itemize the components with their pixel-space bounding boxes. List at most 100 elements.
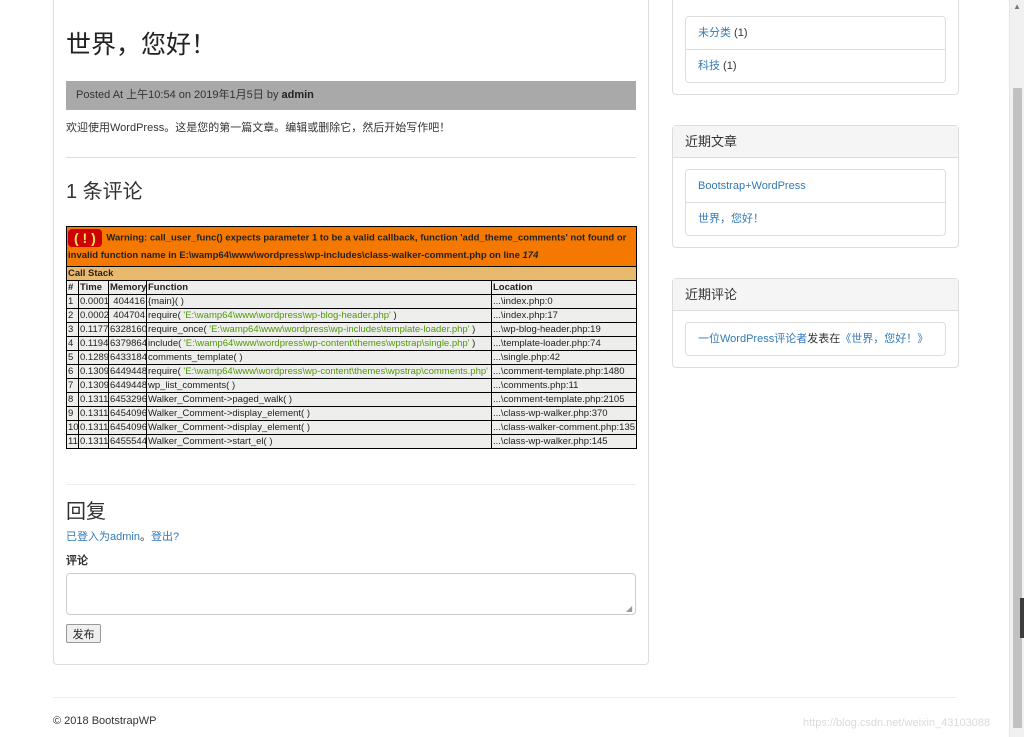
col-header: Time [78, 280, 109, 295]
row-memory: 6328160 [108, 322, 147, 337]
watermark: https://blog.csdn.net/weixin_43103088 [803, 717, 991, 729]
page-scrollbar[interactable]: ▲ [1009, 0, 1024, 737]
xdebug-warning: ( ! ) Warning: call_user_func() expects … [65, 226, 638, 267]
footer-copyright: © 2018 BootstrapWP [53, 715, 157, 727]
row-time: 0.0002 [78, 308, 109, 323]
row-number: 7 [66, 378, 79, 393]
comment-author-link[interactable]: 一位WordPress评论者 [698, 333, 807, 345]
row-function: Walker_Comment->start_el( ) [146, 434, 492, 449]
row-memory: 404416 [108, 294, 147, 309]
row-function: require_once( 'E:\wamp64\www\wordpress\w… [146, 322, 492, 337]
row-number: 11 [66, 434, 79, 449]
row-memory: 6454096 [108, 420, 147, 435]
list-item[interactable]: 未分类 (1) [686, 17, 945, 50]
row-memory: 6433184 [108, 350, 147, 365]
function-argument: 'E:\wamp64\www\wordpress\wp-content\them… [183, 366, 488, 377]
warning-line: 174 [522, 250, 539, 261]
col-header: Function [146, 280, 492, 295]
recent-posts-widget: 近期文章 Bootstrap+WordPress 世界，您好！ [672, 125, 959, 248]
row-function: {main}( ) [146, 294, 492, 309]
table-row: 7 0.1309 6449448 wp_list_comments( ) ...\com… [66, 378, 638, 393]
list-item[interactable]: 世界，您好！ [686, 203, 945, 235]
row-time: 0.1289 [78, 350, 109, 365]
function-name: Walker_Comment->start_el( ) [148, 436, 273, 447]
category-link[interactable]: 科技 [698, 60, 720, 72]
widget-title: 近期评论 [673, 279, 958, 311]
function-close: ) [469, 338, 476, 349]
recent-comments-list: 一位WordPress评论者发表在《世界，您好！》 [685, 322, 946, 356]
meta-by: by [263, 89, 282, 101]
col-header: Memory [108, 280, 147, 295]
meta-date: 2019年1月5日 [194, 89, 264, 101]
function-argument: 'E:\wamp64\www\wordpress\wp-blog-header.… [183, 310, 391, 321]
row-time: 0.1194 [78, 336, 109, 351]
resize-grip-icon[interactable]: ◢ [626, 605, 634, 613]
post-panel: 世界，您好！ Posted At 上午10:54 on 2019年1月5日 by… [53, 0, 649, 665]
table-row: 6 0.1309 6449448 require( 'E:\wamp64\www\wo… [66, 364, 638, 379]
row-time: 0.1311 [78, 392, 109, 407]
logout-link[interactable]: 登出? [151, 531, 179, 543]
row-function: require( 'E:\wamp64\www\wordpress\wp-blo… [146, 308, 492, 323]
logged-in-as-link[interactable]: 已登入为admin [66, 531, 140, 543]
row-time: 0.1309 [78, 378, 109, 393]
table-row: 1 0.0001 404416 {main}( ) ...\index.php:0 [66, 294, 638, 309]
comment-label: 评论 [66, 555, 88, 567]
table-row: 8 0.1311 6453296 Walker_Comment->paged_walk… [66, 392, 638, 407]
widget-title: 近期文章 [673, 126, 958, 158]
category-link[interactable]: 未分类 [698, 27, 731, 39]
comment-textarea[interactable]: ◢ [66, 573, 636, 615]
warning-text: Warning: call_user_func() expects parame… [68, 232, 627, 261]
function-name: Walker_Comment->paged_walk( ) [148, 394, 293, 405]
row-memory: 6455544 [108, 434, 147, 449]
row-memory: 6379864 [108, 336, 147, 351]
row-memory: 404704 [108, 308, 147, 323]
row-memory: 6449448 [108, 364, 147, 379]
function-name: {main}( ) [148, 296, 184, 307]
list-item[interactable]: 科技 (1) [686, 50, 945, 82]
footer-divider [53, 697, 957, 698]
row-location: ...\wp-blog-header.php:19 [490, 322, 638, 337]
function-close: ) [469, 324, 476, 335]
logged-in-line: 已登入为admin。登出? [66, 528, 179, 544]
function-name: include( [148, 338, 184, 349]
list-item[interactable]: Bootstrap+WordPress [686, 170, 945, 203]
function-argument: 'E:\wamp64\www\wordpress\wp-content\them… [183, 338, 470, 349]
function-name: Walker_Comment->display_element( ) [148, 408, 310, 419]
row-time: 0.1311 [78, 420, 109, 435]
row-memory: 6449448 [108, 378, 147, 393]
row-location: ...\template-loader.php:74 [490, 336, 638, 351]
categories-widget: 未分类 (1) 科技 (1) [672, 0, 959, 95]
recent-post-link[interactable]: Bootstrap+WordPress [698, 180, 806, 192]
function-name: Walker_Comment->display_element( ) [148, 422, 310, 433]
row-function: require( 'E:\wamp64\www\wordpress\wp-con… [146, 364, 492, 379]
row-time: 0.1311 [78, 434, 109, 449]
post-title: 世界，您好！ [66, 31, 217, 59]
category-count: (1) [731, 27, 748, 39]
table-row: 11 0.1311 6455544 Walker_Comment->start_el(… [66, 434, 638, 449]
row-memory: 6453296 [108, 392, 147, 407]
submit-comment-button[interactable]: 发布 [66, 624, 101, 643]
row-memory: 6454096 [108, 406, 147, 421]
post-excerpt: 欢迎使用WordPress。这是您的第一篇文章。编辑或删除它，然后开始写作吧！ [66, 122, 451, 134]
col-header: Location [490, 280, 638, 295]
reply-title: 回复 [66, 501, 106, 523]
table-row: 3 0.1177 6328160 require_once( 'E:\wamp64\w… [66, 322, 638, 337]
scroll-up-icon[interactable]: ▲ [1013, 2, 1021, 11]
row-location: ...\comment-template.php:1480 [490, 364, 638, 379]
function-close: ) [488, 366, 491, 377]
row-function: wp_list_comments( ) [146, 378, 492, 393]
table-row: 9 0.1311 6454096 Walker_Comment->display_el… [66, 406, 638, 421]
call-stack-label: Call Stack [65, 266, 638, 281]
comment-post-link[interactable]: 《世界，您好！》 [840, 333, 928, 345]
categories-list: 未分类 (1) 科技 (1) [685, 16, 946, 83]
row-number: 4 [66, 336, 79, 351]
row-number: 5 [66, 350, 79, 365]
table-row: 10 0.1311 6454096 Walker_Comment->display_e… [66, 420, 638, 435]
row-location: ...\index.php:0 [490, 294, 638, 309]
divider [66, 157, 636, 158]
recent-post-link[interactable]: 世界，您好！ [698, 213, 764, 225]
warning-icon: ( ! ) [68, 229, 102, 247]
row-location: ...\single.php:42 [490, 350, 638, 365]
list-item: 一位WordPress评论者发表在《世界，您好！》 [686, 323, 945, 355]
row-time: 0.0001 [78, 294, 109, 309]
